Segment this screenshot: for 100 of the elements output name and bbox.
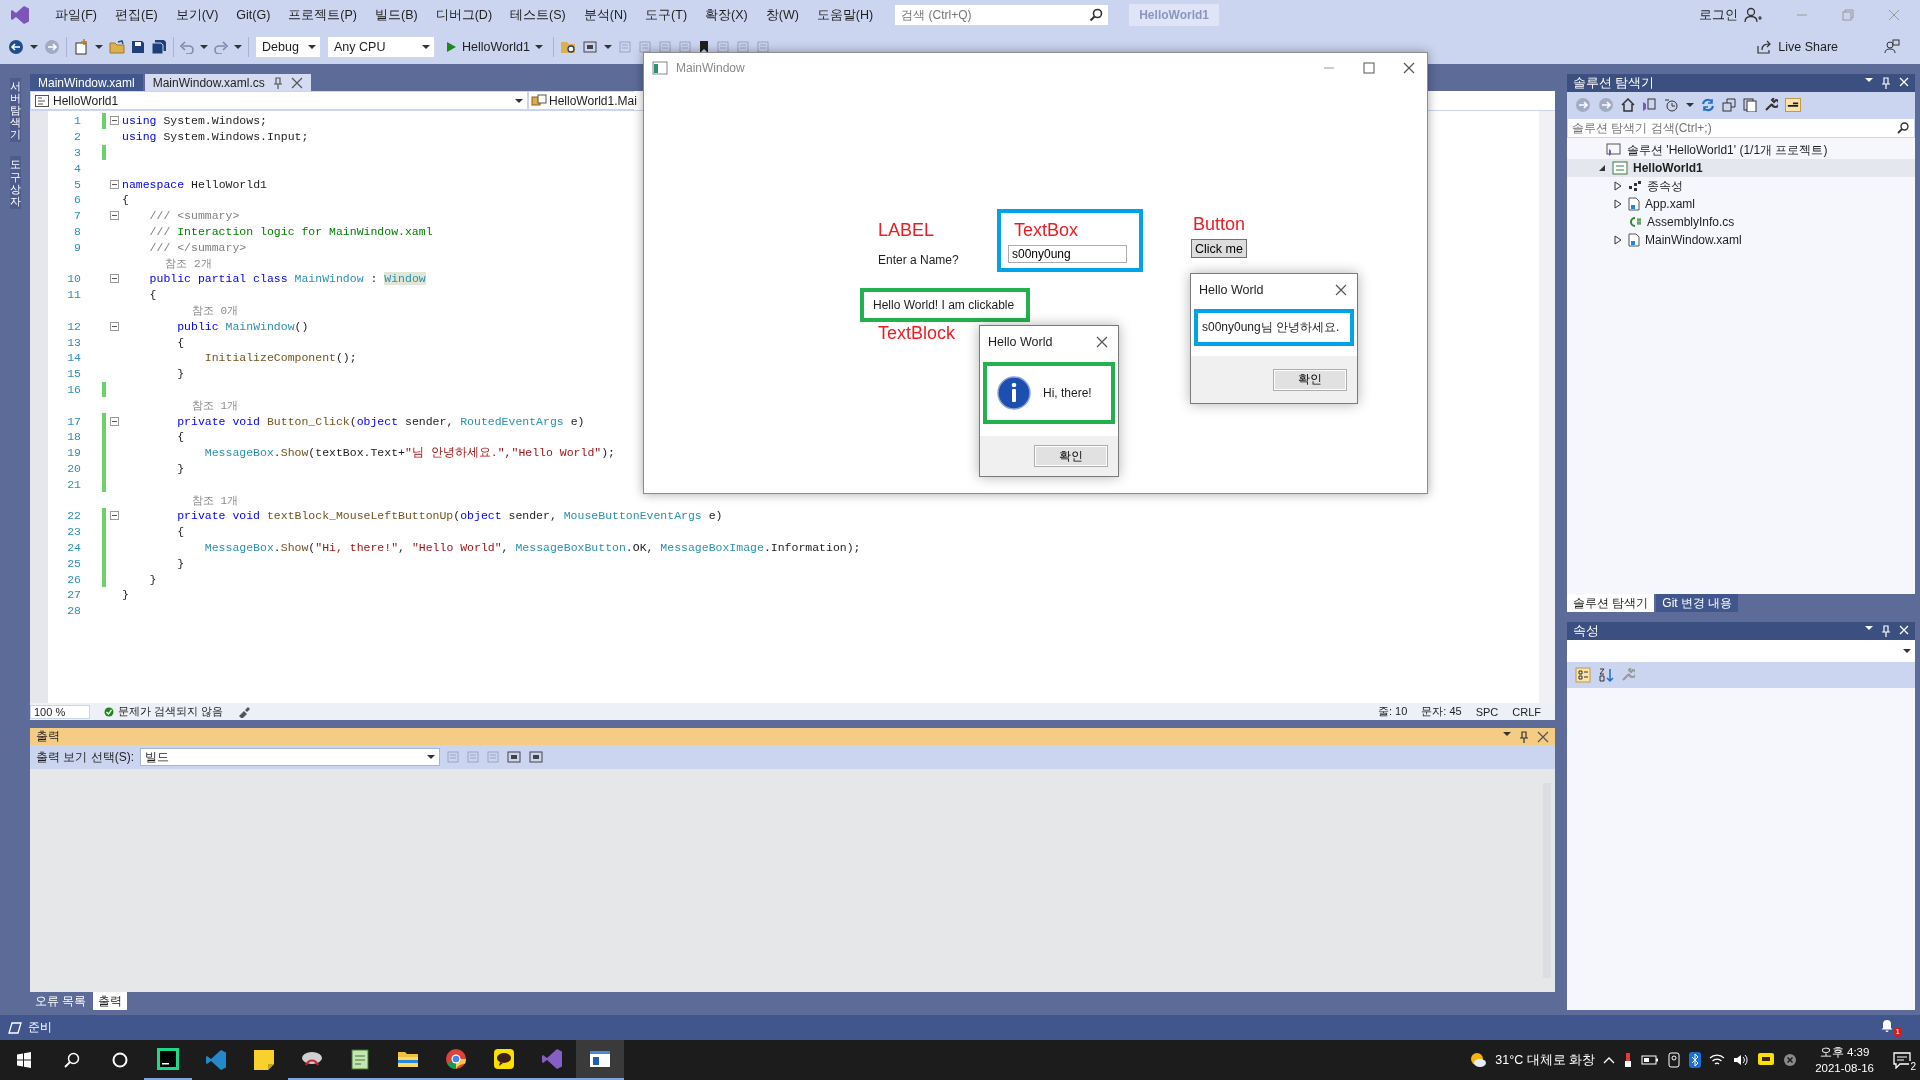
click-me-button[interactable]: Click me <box>1191 239 1247 258</box>
caret-icon[interactable] <box>1865 77 1873 83</box>
close-icon[interactable] <box>290 76 303 89</box>
feedback-icon[interactable] <box>1884 39 1900 55</box>
search-icon[interactable] <box>1089 8 1104 22</box>
search-field[interactable]: 솔루션 탐색기 검색(Ctrl+;) <box>1567 118 1915 138</box>
caret-icon[interactable] <box>234 44 242 50</box>
issues-status[interactable]: 문제가 검색되지 않음 <box>118 704 224 719</box>
back-icon[interactable] <box>8 39 24 55</box>
caret-icon[interactable] <box>1865 625 1873 631</box>
close-icon[interactable] <box>1537 730 1549 743</box>
menu-item[interactable]: 디버그(D) <box>426 0 502 30</box>
pin-icon[interactable] <box>272 76 283 89</box>
show-hidden-icons-icon[interactable] <box>1603 1056 1616 1064</box>
bookmark-clear-icon[interactable] <box>755 40 770 54</box>
close-icon[interactable] <box>1096 336 1108 348</box>
navigation-dropdown[interactable]: HelloWorld1 <box>30 91 528 110</box>
chat-tray-icon[interactable] <box>1757 1052 1776 1068</box>
tree-item[interactable]: 솔루션 'HelloWorld1' (1/1개 프로젝트) <box>1567 141 1915 159</box>
menu-item[interactable]: 파일(F) <box>46 0 106 30</box>
save-all-icon[interactable] <box>151 39 167 55</box>
zoom-dropdown[interactable]: 100 % <box>30 704 90 719</box>
tree-item[interactable]: AssemblyInfo.cs <box>1567 213 1915 231</box>
navigation-dropdown[interactable]: HelloWorld1.Mai <box>528 91 634 110</box>
weather-icon[interactable] <box>1469 1051 1488 1069</box>
search-icon[interactable] <box>1897 122 1909 134</box>
bookmark-next-icon[interactable] <box>735 40 750 54</box>
error-icon[interactable] <box>1783 1053 1798 1067</box>
collapse-arrow-icon[interactable] <box>1598 164 1606 172</box>
categorized-icon[interactable] <box>1575 667 1591 683</box>
home-icon[interactable] <box>1621 98 1635 112</box>
caret-icon[interactable] <box>30 44 38 50</box>
word-wrap-icon[interactable] <box>528 750 544 764</box>
clear-all-icon[interactable] <box>506 750 522 764</box>
brush-icon[interactable] <box>237 705 252 718</box>
clickable-text[interactable]: Hello World! I am clickable <box>873 298 1015 312</box>
reference-count-link[interactable]: 참조 2개 <box>139 255 212 271</box>
platform-dropdown[interactable]: Any CPU <box>327 36 435 58</box>
ide-app-icon[interactable] <box>541 1048 563 1070</box>
caret-icon[interactable] <box>1503 730 1511 737</box>
windows-icon[interactable] <box>16 1052 32 1068</box>
window-app-icon[interactable] <box>589 1049 611 1069</box>
ok-button[interactable]: 확인 <box>1034 445 1108 467</box>
collapse-icon[interactable] <box>110 416 119 426</box>
window-icon[interactable] <box>581 40 598 54</box>
play-icon[interactable] <box>445 41 457 53</box>
tree-item[interactable]: App.xaml <box>1567 195 1915 213</box>
menu-item[interactable]: 도구(T) <box>636 0 697 30</box>
expand-arrow-icon[interactable] <box>1614 181 1622 191</box>
caret-icon[interactable] <box>427 754 435 760</box>
open-folder-icon[interactable] <box>109 40 125 54</box>
notifications-icon[interactable]: 1 <box>1880 1018 1902 1037</box>
search-field[interactable]: 검색 (Ctrl+Q) <box>894 4 1110 26</box>
search-icon[interactable] <box>64 1052 80 1068</box>
collapse-icon[interactable] <box>110 116 119 126</box>
refresh-icon[interactable] <box>1701 98 1715 112</box>
browser-app-icon[interactable] <box>445 1048 467 1070</box>
start-button[interactable]: HelloWorld1 <box>462 40 530 54</box>
bluetooth-icon[interactable] <box>1689 1052 1702 1068</box>
expand-arrow-icon[interactable] <box>1614 199 1622 209</box>
clock-time[interactable]: 오후 4:39 <box>1819 1044 1870 1060</box>
caret-icon[interactable] <box>1903 648 1911 654</box>
panel-tab[interactable]: 오류 목록 <box>30 992 92 1010</box>
menu-item[interactable]: 편집(E) <box>105 0 167 30</box>
clock-date[interactable]: 2021-08-16 <box>1815 1060 1874 1076</box>
menu-item[interactable]: 프로젝트(P) <box>279 0 366 30</box>
bookmark-icon[interactable] <box>697 40 710 54</box>
menu-item[interactable]: Git(G) <box>227 0 280 30</box>
battery-icon[interactable] <box>1641 1055 1660 1065</box>
side-tab[interactable]: 서버 탐색기 <box>9 78 21 143</box>
sort-alphabetical-icon[interactable] <box>1598 667 1614 683</box>
caret-icon[interactable] <box>534 44 543 50</box>
tree-item[interactable]: 종속성 <box>1567 177 1915 195</box>
volume-icon[interactable] <box>1733 1053 1750 1067</box>
uncomment-icon[interactable] <box>637 40 652 54</box>
maximize-icon[interactable] <box>1363 62 1375 74</box>
weather-text[interactable]: 31°C 대체로 화창 <box>1495 1051 1596 1069</box>
new-project-icon[interactable] <box>73 39 89 55</box>
close-icon[interactable] <box>1403 62 1415 74</box>
tree-item[interactable]: MainWindow.xaml <box>1567 231 1915 249</box>
code-editor-app-icon[interactable] <box>157 1048 179 1070</box>
find-in-files-icon[interactable] <box>559 40 576 54</box>
circle-icon[interactable] <box>112 1052 128 1068</box>
collapse-icon[interactable] <box>110 321 119 331</box>
share-icon[interactable] <box>1756 40 1773 54</box>
switch-views-icon[interactable] <box>1642 98 1656 112</box>
expand-arrow-icon[interactable] <box>1614 235 1622 245</box>
chat-app-icon[interactable] <box>493 1048 515 1070</box>
caret-icon[interactable] <box>200 44 208 50</box>
collapse-icon[interactable] <box>110 179 119 189</box>
document-tab[interactable]: MainWindow.xaml <box>30 74 143 91</box>
folder-app-icon[interactable] <box>397 1050 419 1068</box>
caret-icon[interactable] <box>422 44 430 50</box>
document-tab[interactable]: MainWindow.xaml.cs <box>144 74 311 91</box>
menu-item[interactable]: 도움말(H) <box>807 0 883 30</box>
sign-in-link[interactable]: 로그인 <box>1699 6 1738 24</box>
menu-item[interactable]: 보기(V) <box>166 0 228 30</box>
configuration-dropdown[interactable]: Debug <box>255 36 321 58</box>
panel-tab[interactable]: 출력 <box>93 992 128 1010</box>
collapse-icon[interactable] <box>110 274 119 284</box>
